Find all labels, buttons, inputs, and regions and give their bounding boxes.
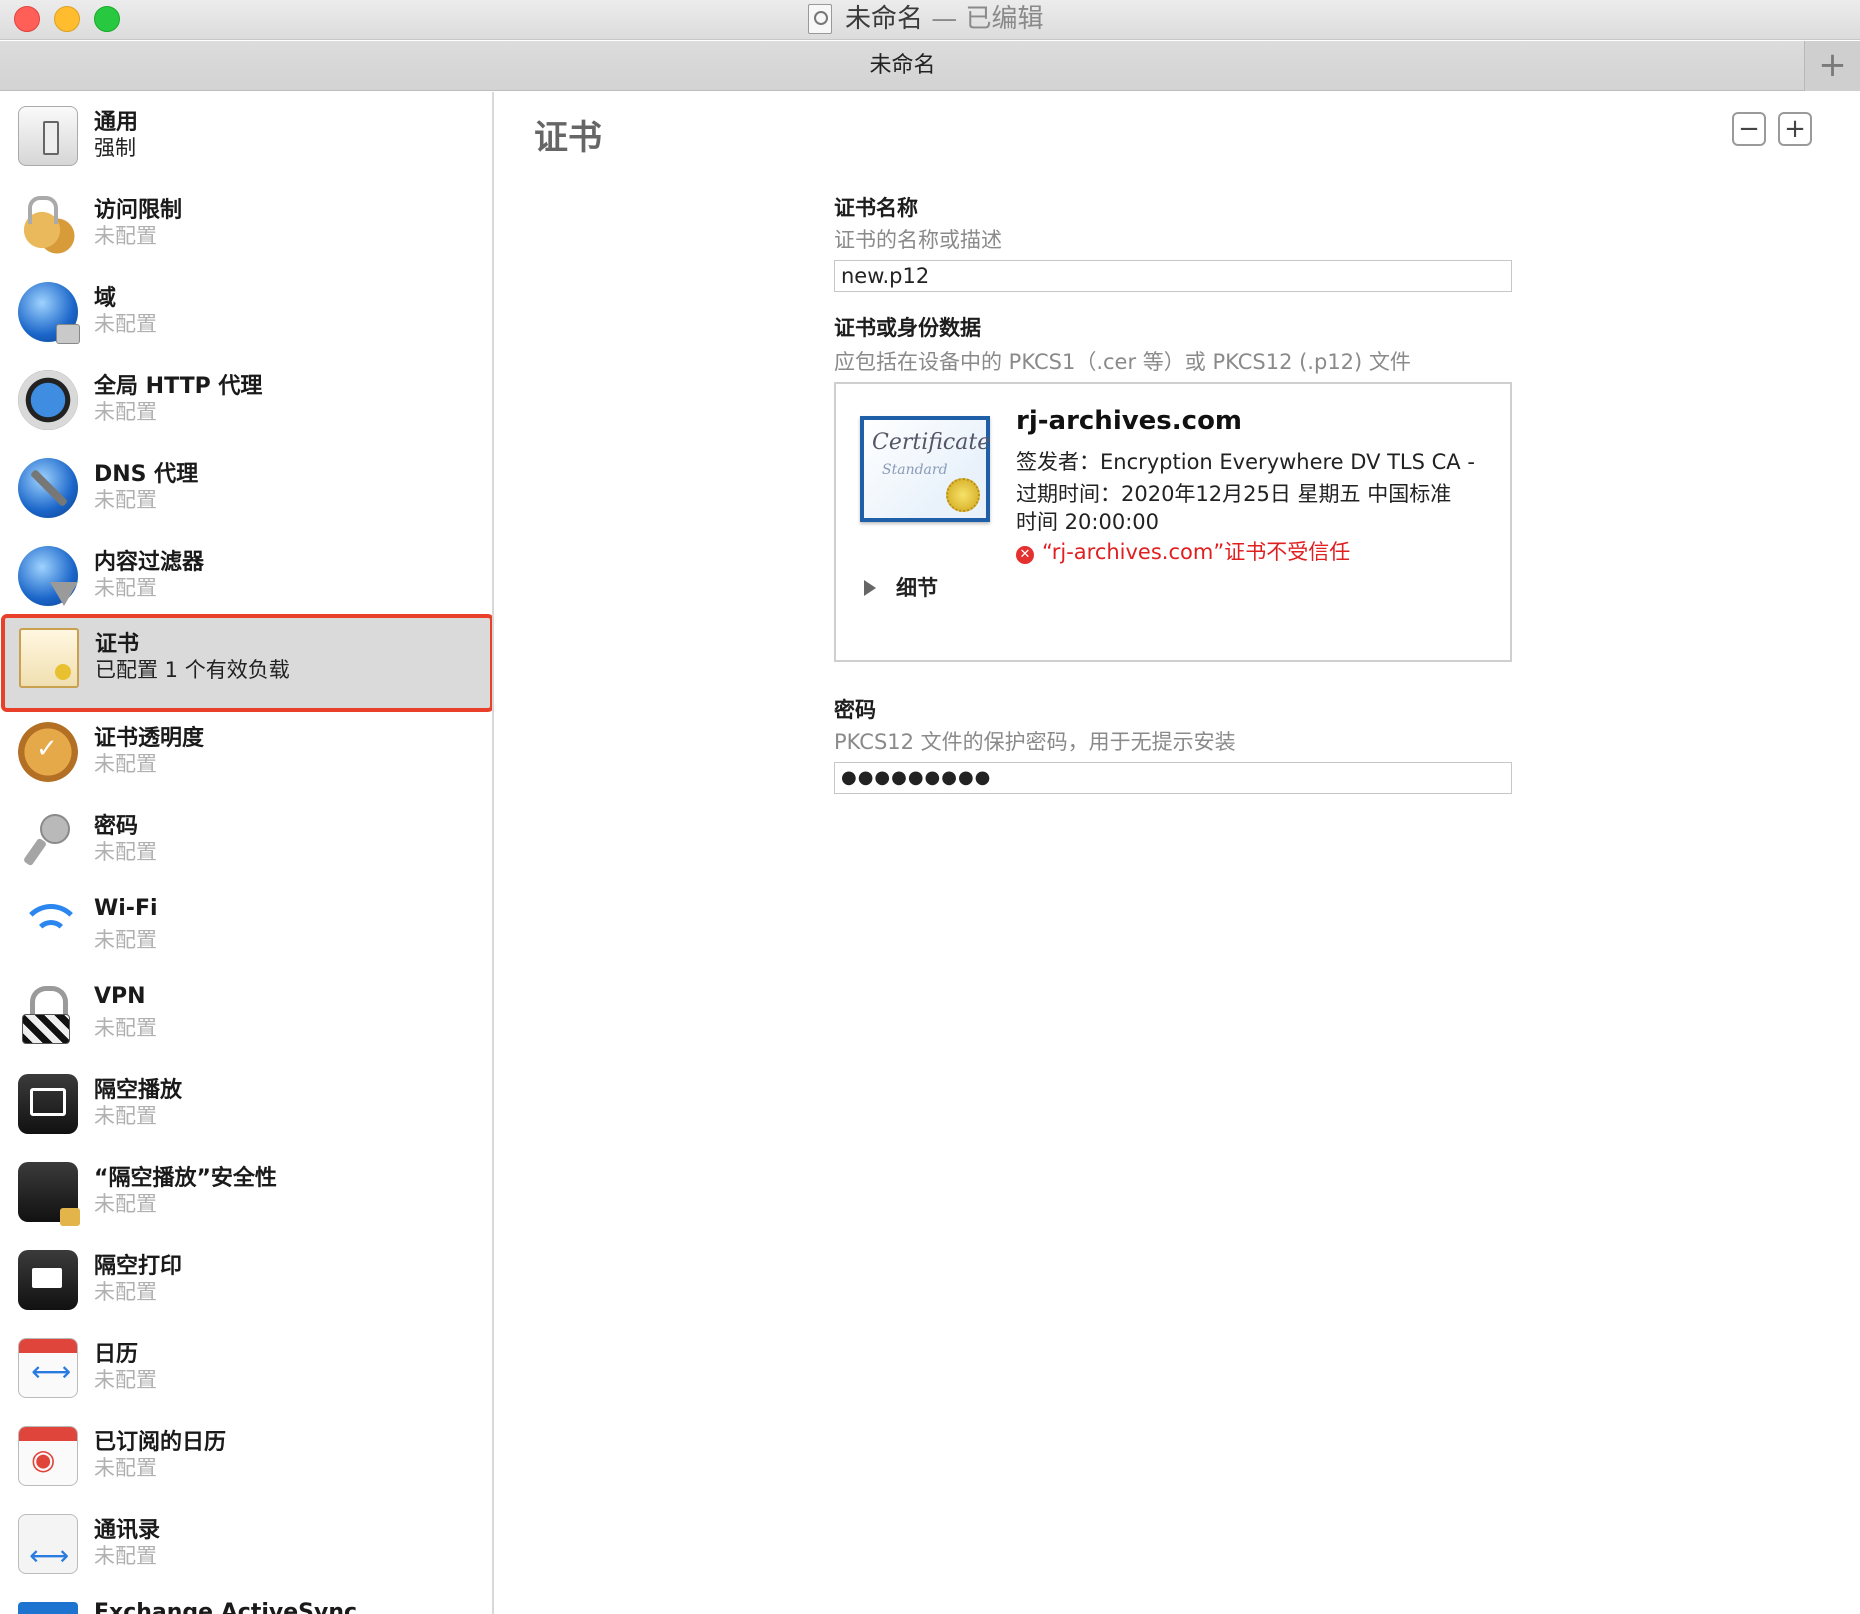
- sidebar-item-status: 未配置: [94, 840, 157, 864]
- sidebar-item-status: 未配置: [94, 312, 157, 336]
- padlocks-icon: [18, 194, 78, 254]
- wifi-icon: [18, 898, 82, 958]
- sidebar-item-contacts[interactable]: 通讯录 未配置: [0, 1500, 492, 1588]
- sidebar-item-passcode[interactable]: 密码 未配置: [0, 796, 492, 884]
- sidebar-item-status: 未配置: [94, 928, 157, 952]
- subscribed-calendar-icon: [18, 1426, 78, 1486]
- certificate-icon: [19, 628, 79, 688]
- sidebar-item-label: Wi-Fi: [94, 896, 158, 921]
- config-document-icon: [808, 4, 832, 34]
- toggle-switch-icon: [18, 106, 78, 166]
- sidebar-item-status: 未配置: [94, 1544, 157, 1568]
- sidebar-item-status: 强制: [94, 136, 136, 160]
- page-title: 证书: [534, 118, 602, 158]
- window-titlebar: 未命名 — 已编辑: [0, 0, 1860, 40]
- sidebar-item-airprint[interactable]: 隔空打印 未配置: [0, 1236, 492, 1324]
- cert-name-input[interactable]: [834, 260, 1512, 292]
- password-field[interactable]: ●●●●●●●●●: [834, 762, 1512, 794]
- cert-common-name: rj-archives.com: [1016, 406, 1243, 436]
- payload-sidebar: 通用 强制 访问限制 未配置 域 未配置 全局 HTTP 代理 未配置 DNS …: [0, 92, 494, 1614]
- sidebar-item-status: 未配置: [94, 1368, 157, 1392]
- sidebar-item-calendar[interactable]: 日历 未配置: [0, 1324, 492, 1412]
- cert-expiry-line1: 过期时间：2020年12月25日 星期五 中国标准: [1016, 482, 1452, 506]
- password-description: PKCS12 文件的保护密码，用于无提示安装: [834, 730, 1236, 754]
- sidebar-item-dns-proxy[interactable]: DNS 代理 未配置: [0, 444, 492, 532]
- password-label: 密码: [834, 698, 876, 722]
- sidebar-item-status: 未配置: [94, 1104, 157, 1128]
- certificate-seal-icon: [946, 478, 980, 512]
- details-label: 细节: [896, 576, 938, 600]
- sidebar-item-status: 未配置: [94, 488, 157, 512]
- sidebar-item-status: 未配置: [94, 1192, 157, 1216]
- cert-trust-warning: ✕ “rj-archives.com”证书不受信任: [1016, 536, 1350, 566]
- zoom-window-button[interactable]: [94, 6, 120, 32]
- certificate-image-subtitle: Standard: [882, 462, 948, 478]
- sidebar-item-exchange[interactable]: Exchange ActiveSync: [0, 1588, 492, 1614]
- globe-filter-icon: [18, 546, 78, 606]
- sidebar-item-status: 未配置: [94, 752, 157, 776]
- sidebar-item-status: 未配置: [94, 576, 157, 600]
- new-tab-button[interactable]: +: [1804, 41, 1860, 91]
- tab-bar: 未命名 +: [0, 41, 1860, 91]
- details-disclosure[interactable]: 细节: [864, 572, 938, 602]
- sidebar-item-airplay-security[interactable]: “隔空播放”安全性 未配置: [0, 1148, 492, 1236]
- exchange-icon: [18, 1602, 78, 1614]
- window-title: 未命名 — 已编辑: [845, 2, 1044, 36]
- cert-data-description: 应包括在设备中的 PKCS1（.cer 等）或 PKCS12 (.p12) 文件: [834, 350, 1411, 374]
- globe-tools-icon: [18, 458, 78, 518]
- sidebar-item-cert-transparency[interactable]: 证书透明度 未配置: [0, 708, 492, 796]
- sidebar-item-status: 已配置 1 个有效负载: [95, 658, 290, 682]
- key-icon: [18, 810, 78, 870]
- cert-name-description: 证书的名称或描述: [834, 228, 1002, 252]
- cert-expiry-line2: 时间 20:00:00: [1016, 510, 1159, 534]
- sidebar-item-certificates[interactable]: 证书 已配置 1 个有效负载: [1, 614, 492, 712]
- sidebar-item-wifi[interactable]: Wi-Fi 未配置: [0, 884, 492, 972]
- window-title-name: 未命名: [845, 4, 924, 34]
- sidebar-item-status: 未配置: [94, 1280, 157, 1304]
- sidebar-item-restrictions[interactable]: 访问限制 未配置: [0, 180, 492, 268]
- cert-name-label: 证书名称: [834, 196, 918, 220]
- sidebar-item-status: 未配置: [94, 400, 157, 424]
- sidebar-item-status: 未配置: [94, 224, 157, 248]
- sidebar-item-domains[interactable]: 域 未配置: [0, 268, 492, 356]
- error-x-icon: ✕: [1016, 546, 1034, 564]
- certificate-image-title: Certificate: [872, 430, 991, 455]
- certificate-payload-panel: 证书 − + 证书名称 证书的名称或描述 证书或身份数据 应包括在设备中的 PK…: [496, 92, 1860, 1614]
- sidebar-item-subscribed-calendars[interactable]: 已订阅的日历 未配置: [0, 1412, 492, 1500]
- globe-proxy-icon: [18, 370, 78, 430]
- certificate-image-icon: Certificate Standard: [860, 416, 990, 522]
- sidebar-item-label: Exchange ActiveSync: [94, 1600, 358, 1614]
- cert-data-label: 证书或身份数据: [834, 316, 981, 340]
- sidebar-item-status: 未配置: [94, 1016, 157, 1040]
- airprint-icon: [18, 1250, 78, 1310]
- add-payload-button[interactable]: +: [1778, 112, 1812, 146]
- airplay-icon: [18, 1074, 78, 1134]
- sidebar-item-label: VPN: [94, 984, 146, 1009]
- disclosure-triangle-icon[interactable]: [864, 580, 876, 596]
- contacts-icon: [18, 1514, 78, 1574]
- vpn-lock-icon: [18, 986, 78, 1046]
- airplay-security-icon: [18, 1162, 80, 1226]
- calendar-sync-icon: [18, 1338, 78, 1398]
- remove-payload-button[interactable]: −: [1732, 112, 1766, 146]
- minimize-window-button[interactable]: [54, 6, 80, 32]
- cert-trust-warning-text: “rj-archives.com”证书不受信任: [1042, 540, 1351, 564]
- sidebar-item-vpn[interactable]: VPN 未配置: [0, 972, 492, 1060]
- sidebar-item-status: 未配置: [94, 1456, 157, 1480]
- sidebar-item-http-proxy[interactable]: 全局 HTTP 代理 未配置: [0, 356, 492, 444]
- close-window-button[interactable]: [14, 6, 40, 32]
- cert-issuer: 签发者：Encryption Everywhere DV TLS CA -: [1016, 450, 1475, 474]
- sidebar-item-general[interactable]: 通用 强制: [0, 92, 492, 180]
- sidebar-item-content-filter[interactable]: 内容过滤器 未配置: [0, 532, 492, 620]
- certificate-drop-well[interactable]: Certificate Standard rj-archives.com 签发者…: [834, 382, 1512, 662]
- sidebar-item-airplay[interactable]: 隔空播放 未配置: [0, 1060, 492, 1148]
- globe-lock-icon: [18, 282, 80, 344]
- tab-untitled[interactable]: 未命名: [0, 41, 1805, 91]
- window-title-status: — 已编辑: [923, 4, 1044, 34]
- verified-badge-icon: [18, 722, 78, 782]
